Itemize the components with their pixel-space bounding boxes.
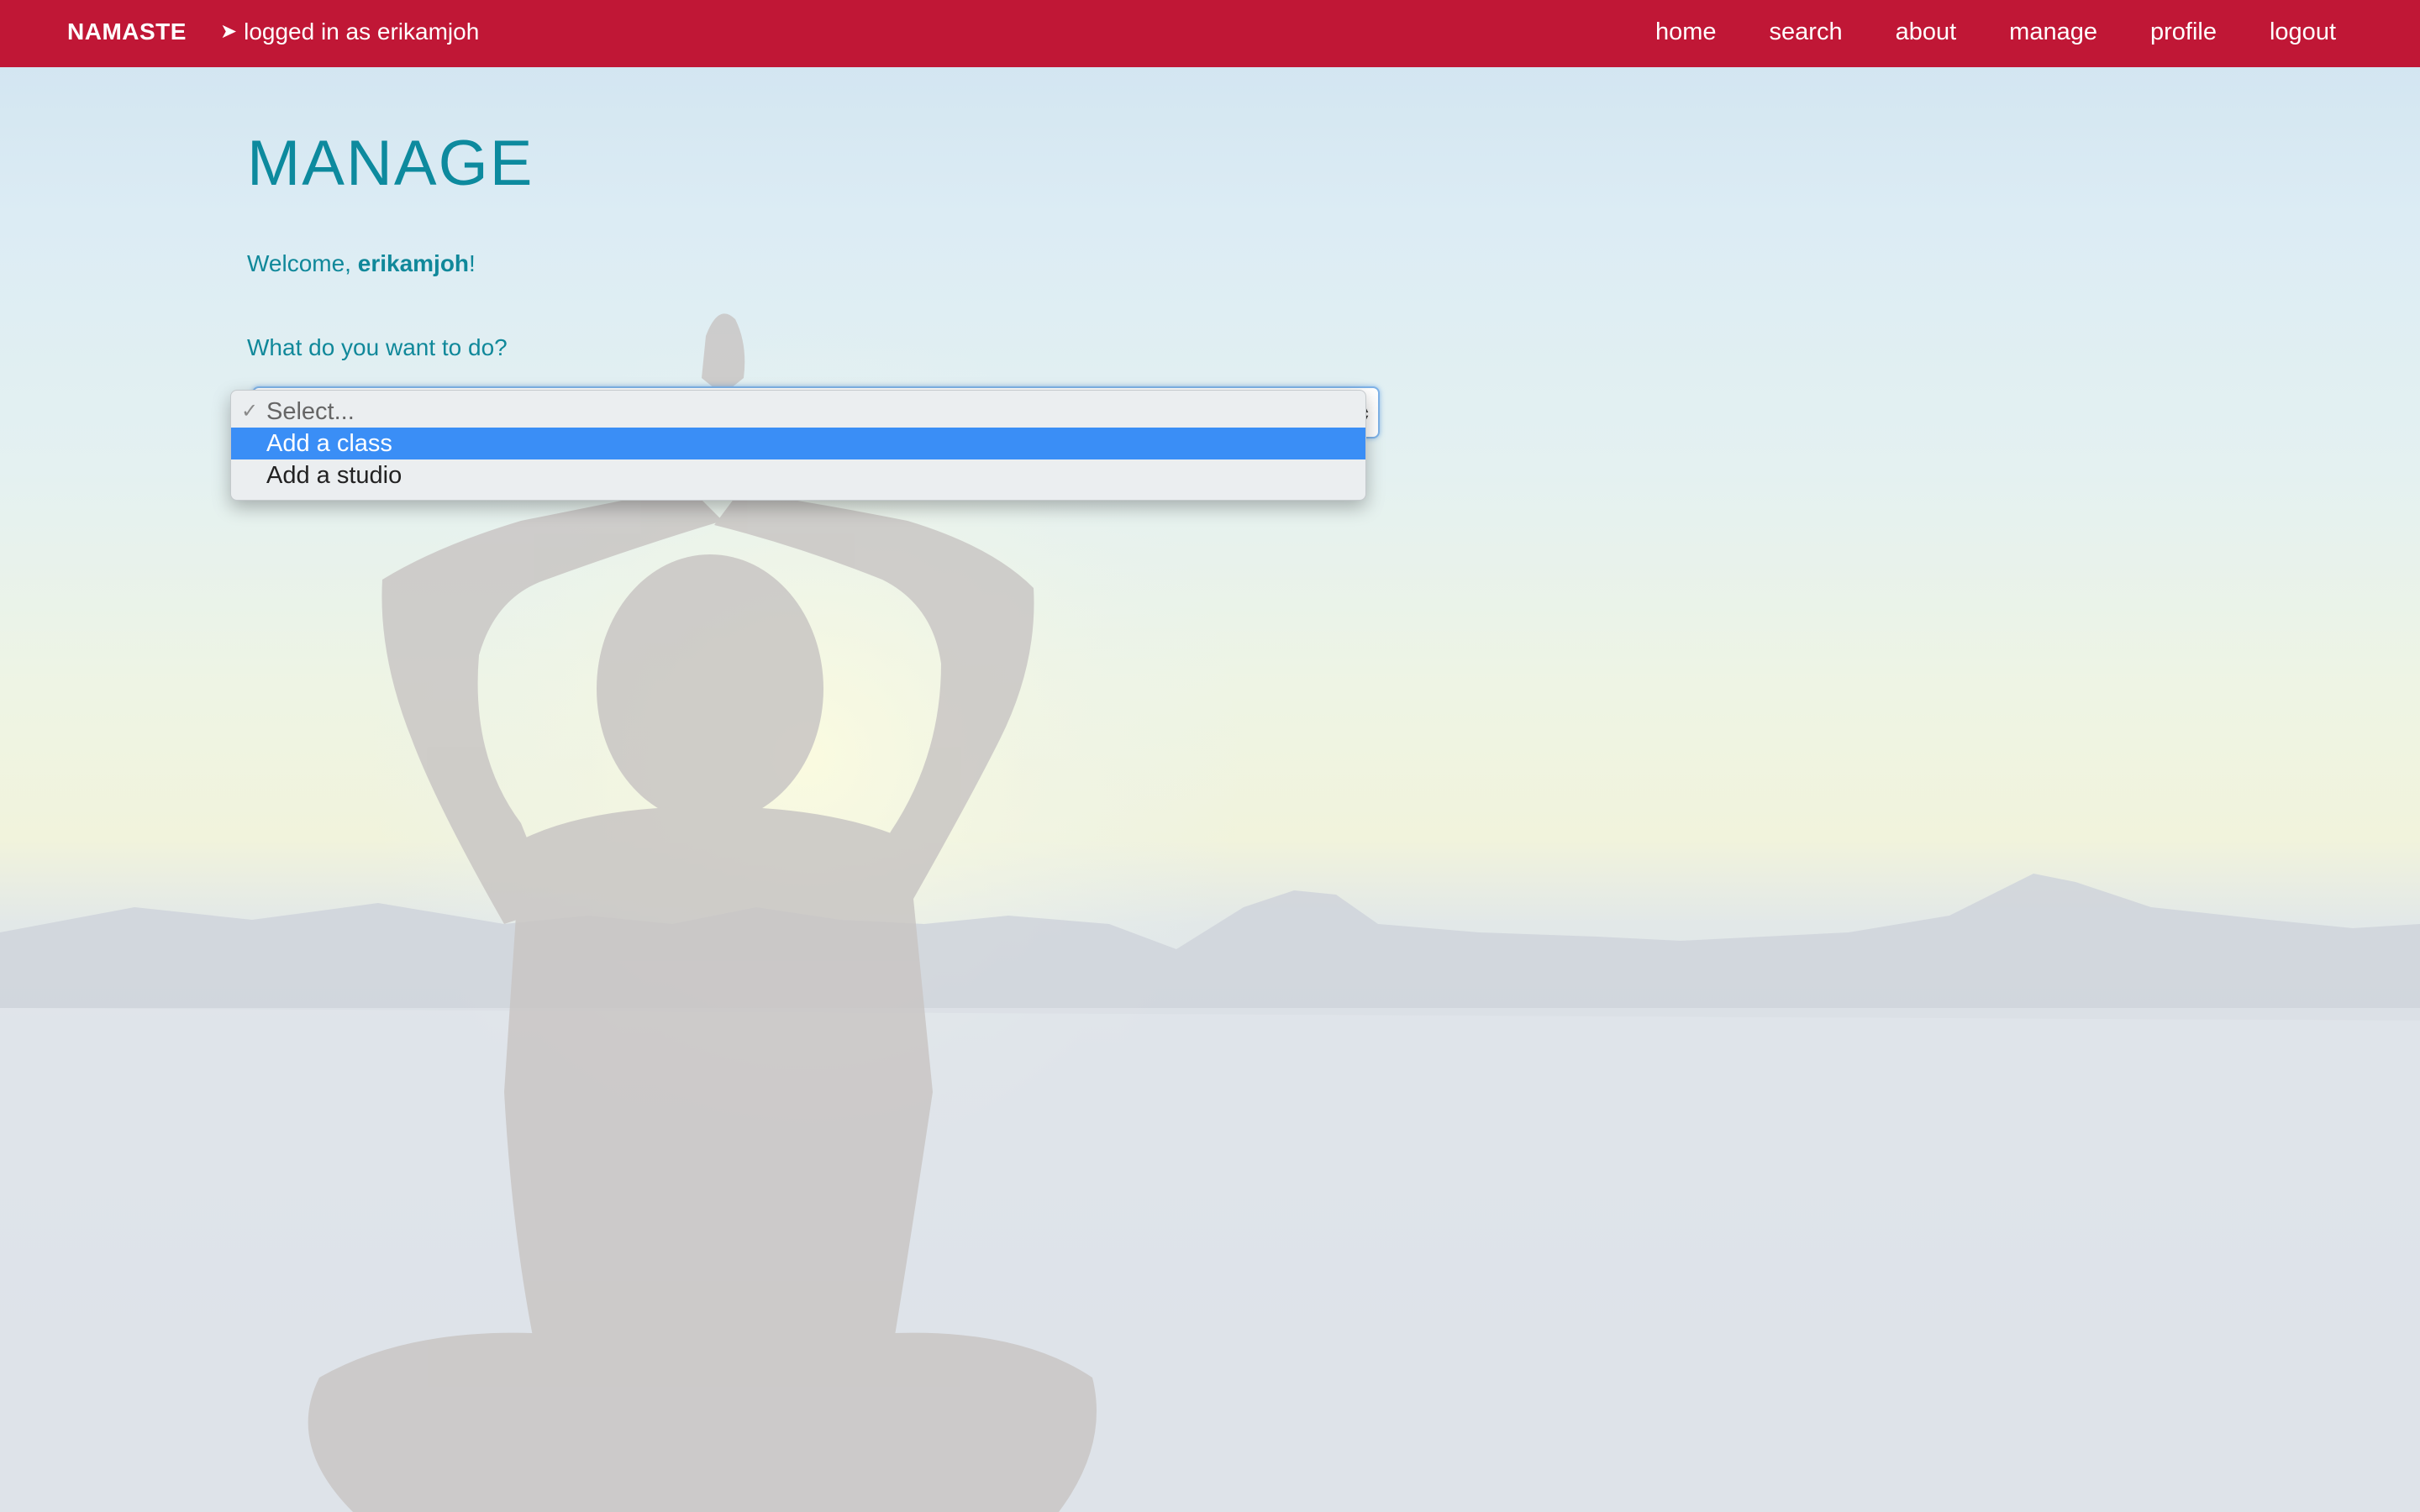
welcome-prefix: Welcome, [247,250,358,276]
brand-logo[interactable]: NAMASTE [67,18,187,45]
nav-link-home[interactable]: home [1655,18,1717,46]
nav-link-about[interactable]: about [1896,18,1957,46]
option-add-class[interactable]: Add a class [231,428,1365,459]
welcome-message: Welcome, erikamjoh! [247,250,476,277]
nav-link-profile[interactable]: profile [2150,18,2217,46]
top-navbar: NAMASTE ➤ logged in as erikamjoh home sea… [0,0,2420,67]
action-question: What do you want to do? [247,334,508,360]
checkmark-icon: ✓ [241,400,259,423]
welcome-suffix: ! [469,250,476,276]
option-label: Add a class [266,430,392,457]
nav-link-search[interactable]: search [1770,18,1843,46]
option-add-studio[interactable]: Add a studio [231,459,1365,491]
meditation-scene [0,0,2420,1512]
nav-link-logout[interactable]: logout [2270,18,2336,46]
main-content: MANAGE Welcome, erikamjoh! What do you w… [247,118,1423,360]
option-label: Add a studio [266,462,402,489]
login-status-text: logged in as erikamjoh [244,18,480,45]
welcome-username: erikamjoh [357,250,470,276]
nav-link-manage[interactable]: manage [2009,18,2097,46]
option-select-placeholder[interactable]: ✓ Select... [231,396,1365,428]
option-label: Select... [266,398,355,425]
login-status: ➤ logged in as erikamjoh [220,18,479,45]
action-select-dropdown: ✓ Select... Add a class Add a studio [230,390,1366,501]
background-image [0,0,2420,1512]
sign-in-icon: ➤ [220,20,238,43]
nav-links: home search about manage profile logout [1602,18,2336,46]
page-title: MANAGE [247,128,534,199]
